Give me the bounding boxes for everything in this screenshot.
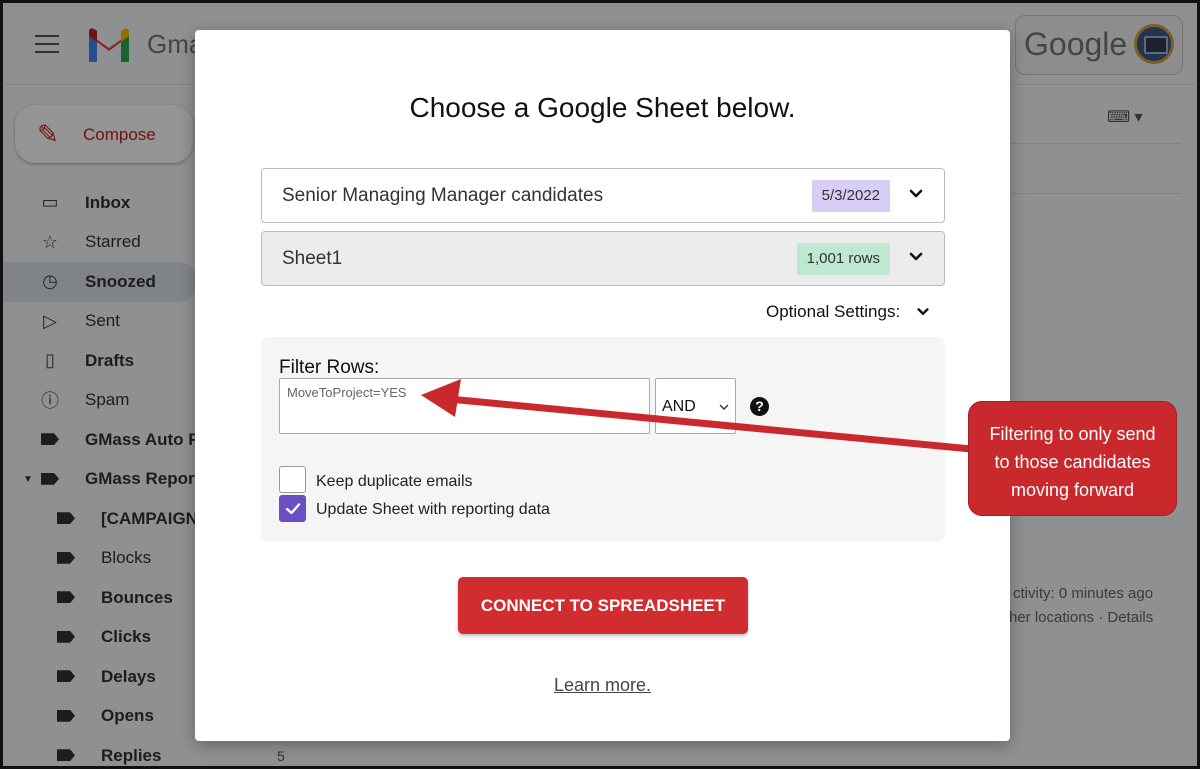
checkmark-icon: [285, 503, 301, 515]
sheet-name: Senior Managing Manager candidates: [282, 185, 604, 206]
help-icon[interactable]: ?: [750, 397, 769, 416]
update-sheet-label: Update Sheet with reporting data: [316, 501, 550, 518]
connect-to-spreadsheet-button[interactable]: CONNECT TO SPREADSHEET: [458, 577, 748, 634]
keep-duplicates-checkbox[interactable]: [279, 466, 306, 493]
chevron-down-icon: [719, 404, 729, 410]
filter-rows-input[interactable]: MoveToProject=YES: [279, 378, 650, 434]
modal-title: Choose a Google Sheet below.: [409, 92, 796, 123]
screenshot-frame: Gmail Google ✎ Compose ▭ Inbox ☆ Starred…: [0, 0, 1200, 769]
chevron-down-icon[interactable]: [908, 249, 924, 265]
update-sheet-checkbox[interactable]: [279, 495, 306, 522]
row-count-badge: 1,001 rows: [796, 243, 890, 275]
worksheet-select[interactable]: Sheet1 1,001 rows: [261, 231, 945, 286]
connect-sheet-modal: Choose a Google Sheet below. Senior Mana…: [195, 30, 1010, 741]
learn-more-link[interactable]: Learn more.: [195, 675, 1010, 696]
chevron-down-icon[interactable]: [908, 186, 924, 202]
chevron-down-icon[interactable]: [916, 305, 930, 319]
keep-duplicates-label: Keep duplicate emails: [316, 473, 473, 490]
callout-line-3: moving forward: [1010, 480, 1135, 500]
worksheet-name: Sheet1: [282, 248, 343, 269]
annotation-callout: Filtering to only send to those candidat…: [968, 401, 1177, 516]
sheet-date-badge: 5/3/2022: [811, 180, 890, 212]
optional-settings-panel: Filter Rows: MoveToProject=YES AND ? Kee…: [261, 337, 945, 542]
callout-line-2: to those candidates: [994, 452, 1151, 472]
optional-settings-toggle[interactable]: Optional Settings:: [766, 302, 900, 322]
filter-operator-select[interactable]: AND: [655, 378, 736, 434]
callout-line-1: Filtering to only send: [989, 424, 1156, 444]
operator-value: AND: [662, 398, 696, 415]
sheet-select[interactable]: Senior Managing Manager candidates 5/3/2…: [261, 168, 945, 223]
filter-rows-label: Filter Rows:: [279, 357, 380, 378]
